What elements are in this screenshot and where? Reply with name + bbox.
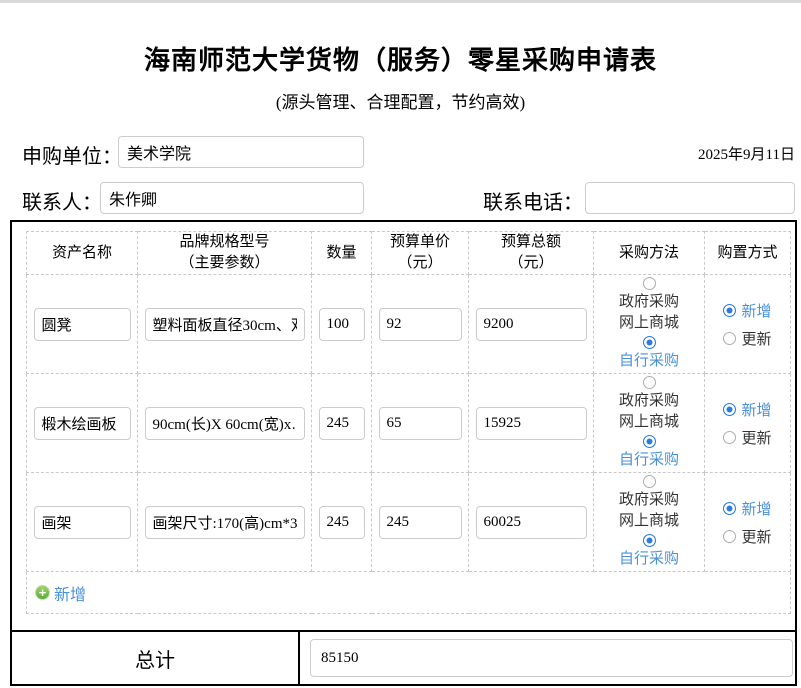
- qty-input[interactable]: [319, 407, 365, 440]
- col-header-asset-name: 资产名称: [27, 232, 138, 275]
- mode-update-option[interactable]: 更新: [723, 328, 771, 349]
- mode-new-option[interactable]: 新增: [723, 300, 771, 321]
- plus-icon: +: [35, 585, 50, 600]
- row-total-input[interactable]: [476, 407, 587, 440]
- col-header-unit-price: 预算单价（元）: [372, 232, 469, 275]
- qty-input[interactable]: [319, 506, 365, 539]
- unit-price-input[interactable]: [379, 407, 462, 440]
- contact-input[interactable]: [100, 182, 364, 214]
- spec-input[interactable]: [145, 308, 305, 341]
- col-header-mode: 购置方式: [705, 232, 791, 275]
- gov-mall-label: 政府采购网上商城: [619, 391, 679, 433]
- mode-new-option[interactable]: 新增: [723, 498, 771, 519]
- mode-new-radio[interactable]: [723, 403, 736, 416]
- self-procure-radio[interactable]: [643, 435, 656, 448]
- table-header-row: 资产名称 品牌规格型号（主要参数） 数量 预算单价（元） 预算总额（元） 采购方…: [27, 232, 791, 275]
- mode-new-radio[interactable]: [723, 502, 736, 515]
- col-header-spec: 品牌规格型号（主要参数）: [138, 232, 312, 275]
- items-table: 资产名称 品牌规格型号（主要参数） 数量 预算单价（元） 预算总额（元） 采购方…: [26, 231, 791, 614]
- col-header-total: 预算总额（元）: [469, 232, 594, 275]
- mode-update-radio[interactable]: [723, 332, 736, 345]
- self-procure-label: 自行采购: [619, 450, 679, 471]
- total-input[interactable]: [310, 639, 793, 677]
- phone-label: 联系电话：: [483, 186, 583, 215]
- self-procure-radio[interactable]: [643, 534, 656, 547]
- total-row: 总计: [12, 630, 795, 684]
- self-procure-label: 自行采购: [619, 549, 679, 570]
- unit-input[interactable]: [118, 136, 364, 168]
- mode-new-option[interactable]: 新增: [723, 399, 771, 420]
- self-procure-label: 自行采购: [619, 351, 679, 372]
- qty-input[interactable]: [319, 308, 365, 341]
- gov-mall-radio[interactable]: [643, 277, 656, 290]
- add-row-button[interactable]: + 新增: [35, 581, 86, 605]
- spec-input[interactable]: [145, 506, 305, 539]
- col-header-qty: 数量: [312, 232, 372, 275]
- mode-update-option[interactable]: 更新: [723, 526, 771, 547]
- phone-input[interactable]: [585, 182, 795, 214]
- unit-label: 申购单位：: [22, 140, 122, 169]
- table-row: 政府采购网上商城 自行采购 新增 更新: [27, 473, 791, 572]
- asset-name-input[interactable]: [34, 506, 131, 539]
- page-title: 海南师范大学货物（服务）零星采购申请表: [0, 40, 801, 77]
- mode-new-radio[interactable]: [723, 304, 736, 317]
- spec-input[interactable]: [145, 407, 305, 440]
- gov-mall-label: 政府采购网上商城: [619, 292, 679, 334]
- gov-mall-radio[interactable]: [643, 376, 656, 389]
- table-row: 政府采购网上商城 自行采购 新增 更新: [27, 374, 791, 473]
- top-divider: [0, 0, 801, 3]
- table-row: 政府采购网上商城 自行采购 新增 更新: [27, 275, 791, 374]
- total-label: 总计: [12, 632, 300, 684]
- gov-mall-label: 政府采购网上商城: [619, 490, 679, 532]
- date-text: 2025年9月11日: [660, 143, 795, 164]
- contact-label: 联系人：: [22, 186, 102, 215]
- row-total-input[interactable]: [476, 506, 587, 539]
- page-subtitle: (源头管理、合理配置，节约高效): [0, 88, 801, 113]
- col-header-procurement: 采购方法: [594, 232, 705, 275]
- mode-update-radio[interactable]: [723, 431, 736, 444]
- unit-price-input[interactable]: [379, 506, 462, 539]
- mode-update-option[interactable]: 更新: [723, 427, 771, 448]
- asset-name-input[interactable]: [34, 407, 131, 440]
- asset-name-input[interactable]: [34, 308, 131, 341]
- unit-price-input[interactable]: [379, 308, 462, 341]
- main-table-frame: 资产名称 品牌规格型号（主要参数） 数量 预算单价（元） 预算总额（元） 采购方…: [10, 220, 797, 686]
- row-total-input[interactable]: [476, 308, 587, 341]
- mode-update-radio[interactable]: [723, 530, 736, 543]
- self-procure-radio[interactable]: [643, 336, 656, 349]
- gov-mall-radio[interactable]: [643, 475, 656, 488]
